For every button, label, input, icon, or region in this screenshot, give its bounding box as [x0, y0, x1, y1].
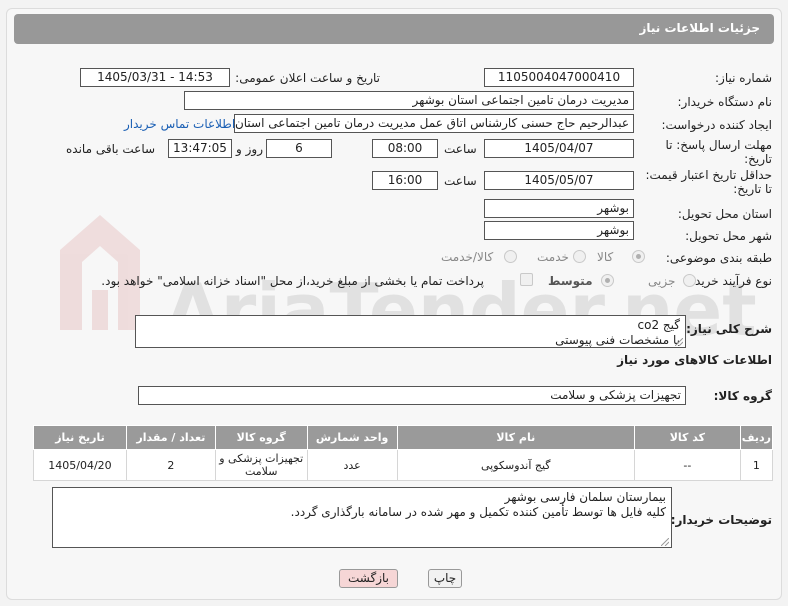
- category-radio-goods[interactable]: [632, 250, 645, 263]
- page-header: جزئیات اطلاعات نیاز: [14, 14, 774, 44]
- city-label: شهر محل تحویل:: [685, 229, 772, 243]
- announce-date-field[interactable]: 1405/03/31 - 14:53: [80, 68, 230, 87]
- deadline-time-field[interactable]: 08:00: [372, 139, 438, 158]
- days-label: روز و: [236, 142, 263, 156]
- table-row[interactable]: 1 -- گیج آندوسکوپی عدد تجهیزات پزشکی و س…: [33, 449, 774, 481]
- buyer-notes-line-2: کلیه فایل ها توسط تأمین کننده تکمیل و مه…: [290, 505, 666, 519]
- buyer-org-label: نام دستگاه خریدار:: [677, 95, 773, 109]
- col-goods-code: کد کالا: [634, 425, 741, 450]
- buyer-notes-line-1: بیمارستان سلمان فارسی بوشهر: [504, 490, 666, 504]
- print-button[interactable]: چاپ: [428, 569, 462, 588]
- page-title: جزئیات اطلاعات نیاز: [639, 21, 760, 35]
- treasury-payment-checkbox[interactable]: [520, 273, 533, 286]
- days-remaining-field[interactable]: 6: [266, 139, 332, 158]
- description-label: شرح کلی نیاز:: [686, 322, 772, 336]
- buyer-notes-label: توضیحات خریدار:: [670, 513, 772, 527]
- col-row-number: ردیف: [739, 425, 774, 450]
- province-field[interactable]: بوشهر: [484, 199, 634, 218]
- validity-date-field[interactable]: 1405/05/07: [484, 171, 634, 190]
- deadline-label-2: تاریخ:: [744, 152, 772, 166]
- description-line-2: با مشخصات فنی پیوستی: [555, 333, 680, 347]
- process-radio-minor[interactable]: [683, 274, 696, 287]
- process-option-minor: جزیی: [648, 274, 676, 288]
- validity-label: حداقل تاریخ اعتبار قیمت:: [645, 168, 772, 182]
- goods-group-field[interactable]: تجهیزات پزشکی و سلامت: [138, 386, 686, 405]
- need-number-label: شماره نیاز:: [715, 71, 772, 85]
- creator-label: ایجاد کننده درخواست:: [661, 118, 772, 132]
- process-label: نوع فرآیند خرید :: [687, 274, 772, 288]
- category-radio-goods-service[interactable]: [504, 250, 517, 263]
- deadline-date-field[interactable]: 1405/04/07: [484, 139, 634, 158]
- process-radio-medium[interactable]: [601, 274, 614, 287]
- category-radio-service[interactable]: [573, 250, 586, 263]
- goods-table-header: ردیف کد کالا نام کالا واحد شمارش گروه کا…: [33, 425, 774, 450]
- col-need-date: تاریخ نیاز: [33, 425, 127, 450]
- cell-unit: عدد: [306, 449, 398, 481]
- buyer-notes-textarea[interactable]: بیمارستان سلمان فارسی بوشهر کلیه فایل ها…: [52, 487, 672, 548]
- goods-group-label: گروه کالا:: [713, 389, 772, 403]
- buyer-org-field[interactable]: مدیریت درمان تامین اجتماعی استان بوشهر: [184, 91, 634, 110]
- contact-info-link[interactable]: اطلاعات تماس خریدار: [124, 117, 235, 131]
- category-label: طبقه بندی موضوعی:: [665, 251, 772, 265]
- cell-goods-group: تجهیزات پزشکی و سلامت: [214, 449, 308, 481]
- province-label: استان محل تحویل:: [677, 207, 772, 221]
- category-option-goods-service: کالا/خدمت: [441, 250, 494, 264]
- announce-date-label: تاریخ و ساعت اعلان عمومی:: [235, 71, 380, 85]
- deadline-label: مهلت ارسال پاسخ: تا: [665, 138, 772, 152]
- creator-field[interactable]: عبدالرحیم حاج حسنی کارشناس اتاق عمل مدیر…: [234, 114, 634, 133]
- payment-note: پرداخت تمام یا بخشی از مبلغ خرید،از محل …: [101, 274, 484, 288]
- category-option-service: خدمت: [537, 250, 569, 264]
- goods-info-title: اطلاعات کالاهای مورد نیاز: [617, 353, 772, 367]
- cell-goods-name: گیج آندوسکوپی: [396, 449, 636, 481]
- col-goods-group: گروه کالا: [214, 425, 308, 450]
- back-button[interactable]: بازگشت: [339, 569, 398, 588]
- city-field[interactable]: بوشهر: [484, 221, 634, 240]
- cell-goods-code: --: [634, 449, 741, 481]
- cell-row-number: 1: [739, 449, 774, 481]
- col-goods-name: نام کالا: [396, 425, 636, 450]
- col-quantity: تعداد / مقدار: [125, 425, 216, 450]
- resize-grip-icon[interactable]: [675, 338, 683, 346]
- description-textarea[interactable]: گیج co2 با مشخصات فنی پیوستی: [135, 315, 686, 348]
- process-option-medium: متوسط: [548, 274, 593, 288]
- validity-time-field[interactable]: 16:00: [372, 171, 438, 190]
- validity-label-2: تا تاریخ:: [733, 182, 772, 196]
- time-remaining-label: ساعت باقی مانده: [66, 142, 156, 156]
- resize-grip-icon[interactable]: [661, 538, 669, 546]
- description-line-1: گیج co2: [637, 318, 680, 332]
- validity-time-label: ساعت: [444, 174, 477, 188]
- category-option-goods: کالا: [597, 250, 614, 264]
- time-remaining-field[interactable]: 13:47:05: [168, 139, 232, 158]
- cell-need-date: 1405/04/20: [33, 449, 127, 481]
- col-unit: واحد شمارش: [306, 425, 398, 450]
- deadline-time-label: ساعت: [444, 142, 477, 156]
- goods-table: ردیف کد کالا نام کالا واحد شمارش گروه کا…: [33, 425, 774, 481]
- need-number-field[interactable]: 1105004047000410: [484, 68, 634, 87]
- cell-quantity: 2: [125, 449, 216, 481]
